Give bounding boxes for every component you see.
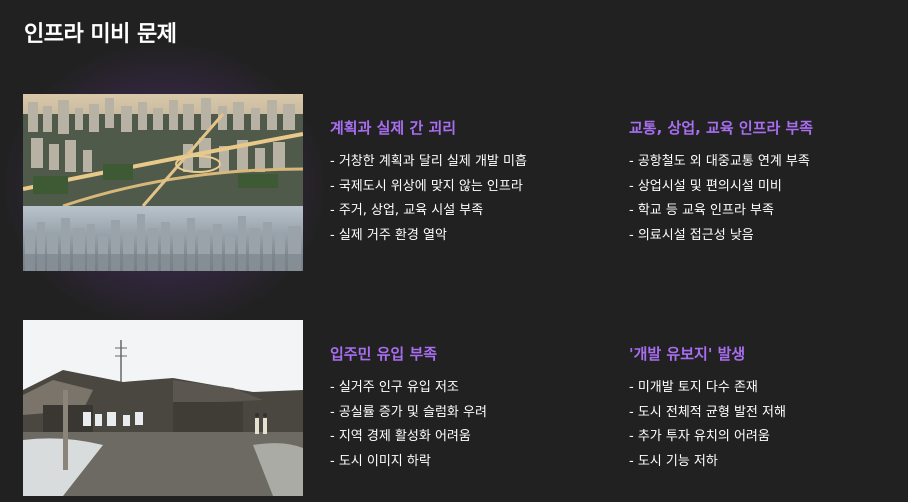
section-title-undeveloped-land: '개발 유보지' 발생 — [629, 345, 746, 363]
plan-gap-list: 거창한 계획과 달리 실제 개발 미흡 국제도시 위상에 맞지 않는 인프라 주… — [330, 150, 527, 248]
resident-inflow-list: 실거주 인구 유입 저조 공실률 증가 및 슬럼화 우려 지역 경제 활성화 어… — [330, 376, 487, 474]
undeveloped-land-list: 미개발 토지 다수 존재 도시 전체적 균형 발전 저해 추가 투자 유치의 어… — [629, 376, 786, 474]
list-item: 공항철도 외 대중교통 연계 부족 — [629, 150, 810, 175]
slum-housing-image — [23, 320, 303, 496]
list-item: 추가 투자 유치의 어려움 — [629, 425, 786, 450]
section-title-infra-shortage: 교통, 상업, 교육 인프라 부족 — [629, 119, 814, 137]
list-item: 주거, 상업, 교육 시설 부족 — [330, 199, 527, 224]
page-title: 인프라 미비 문제 — [24, 22, 177, 47]
list-item: 도시 기능 저하 — [629, 450, 786, 475]
list-item: 의료시설 접근성 낮음 — [629, 224, 810, 249]
list-item: 국제도시 위상에 맞지 않는 인프라 — [330, 175, 527, 200]
list-item: 도시 이미지 하락 — [330, 450, 487, 475]
city-aerial-image — [23, 94, 303, 271]
list-item: 실거주 인구 유입 저조 — [330, 376, 487, 401]
section-title-plan-gap: 계획과 실제 간 괴리 — [330, 119, 457, 137]
list-item: 공실률 증가 및 슬럼화 우려 — [330, 401, 487, 426]
list-item: 지역 경제 활성화 어려움 — [330, 425, 487, 450]
section-title-resident-inflow: 입주민 유입 부족 — [330, 345, 438, 363]
list-item: 거창한 계획과 달리 실제 개발 미흡 — [330, 150, 527, 175]
list-item: 학교 등 교육 인프라 부족 — [629, 199, 810, 224]
infra-shortage-list: 공항철도 외 대중교통 연계 부족 상업시설 및 편의시설 미비 학교 등 교육… — [629, 150, 810, 248]
list-item: 실제 거주 환경 열악 — [330, 224, 527, 249]
list-item: 도시 전체적 균형 발전 저해 — [629, 401, 786, 426]
list-item: 상업시설 및 편의시설 미비 — [629, 175, 810, 200]
list-item: 미개발 토지 다수 존재 — [629, 376, 786, 401]
